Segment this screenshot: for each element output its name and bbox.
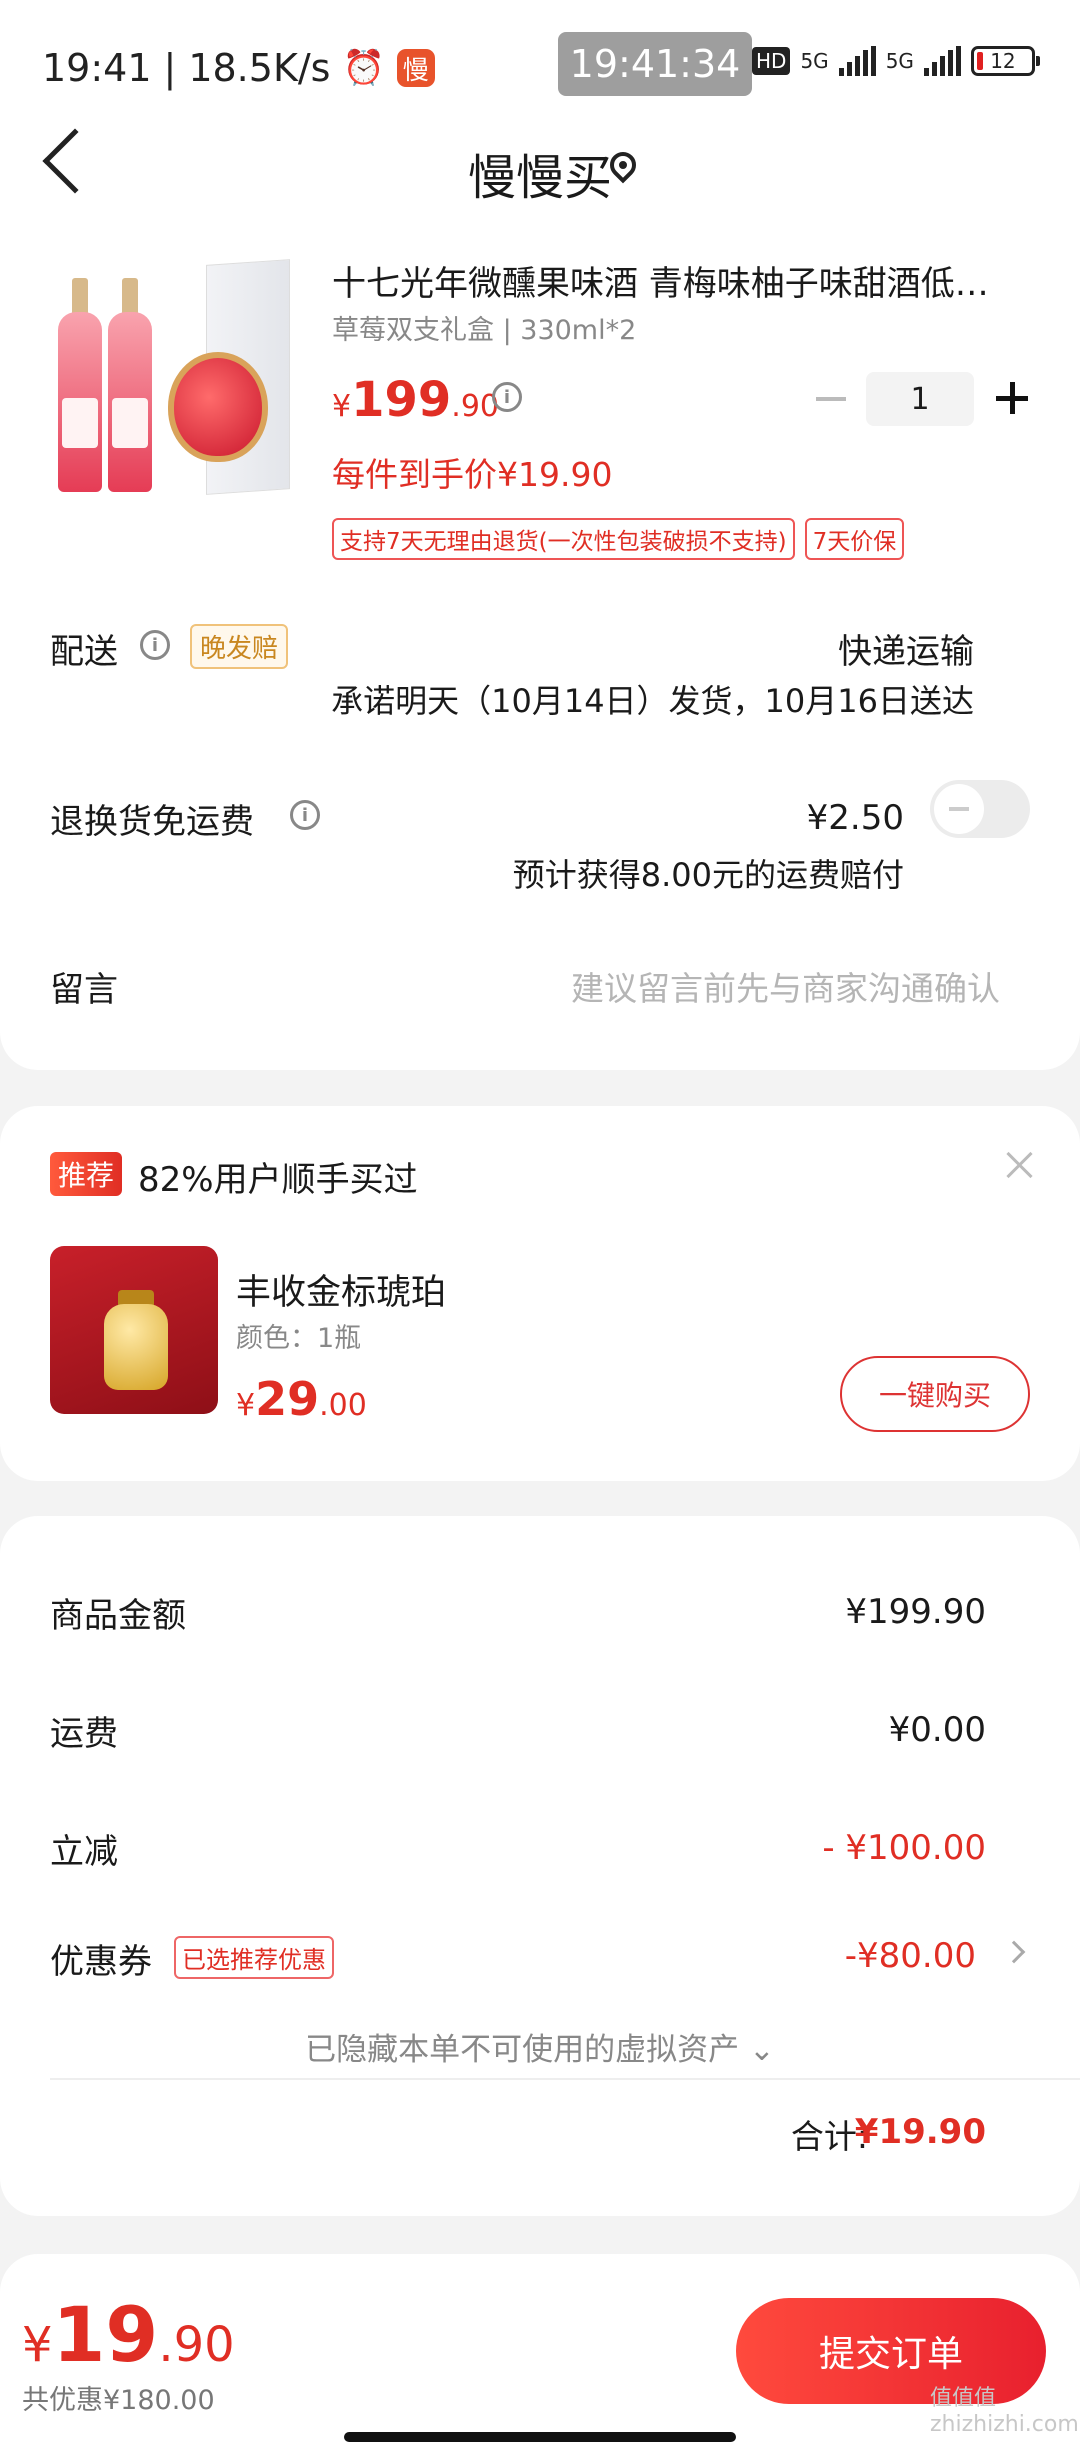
recommended-product-price: ¥ 29 .00 bbox=[236, 1372, 367, 1426]
message-label: 留言 bbox=[50, 970, 118, 1010]
delivery-label: 配送 bbox=[50, 632, 118, 672]
alarm-icon: ⏰ bbox=[342, 48, 385, 88]
recommended-product-name[interactable]: 丰收金标琥珀 bbox=[236, 1264, 446, 1315]
app-notification-icon: 慢 bbox=[396, 49, 435, 87]
network-label-2: 5G bbox=[885, 49, 914, 73]
hd-icon: HD bbox=[752, 47, 791, 75]
product-price: ¥ 199 .90 bbox=[332, 372, 500, 428]
divider bbox=[50, 2078, 1080, 2080]
page-title: 慢慢买 bbox=[467, 150, 612, 206]
hidden-assets-toggle[interactable]: 已隐藏本单不可使用的虚拟资产 ⌄ bbox=[0, 2024, 1080, 2069]
return-shipping-label: 退换货免运费 bbox=[50, 802, 254, 842]
instant-discount-label: 立减 bbox=[50, 1832, 118, 1872]
signal-icon-2 bbox=[923, 46, 961, 76]
coupon-value[interactable]: -¥80.00 bbox=[845, 1936, 976, 1976]
battery-icon: 12 bbox=[970, 46, 1040, 76]
recommended-product-image[interactable] bbox=[50, 1246, 218, 1414]
status-left: 19:41 | 18.5K/s ⏰ 慢 bbox=[42, 46, 435, 90]
total-value: ¥19.90 bbox=[854, 2112, 986, 2152]
status-time: 19:41 bbox=[42, 46, 152, 90]
increase-quantity-icon[interactable] bbox=[996, 382, 1028, 414]
recommend-badge: 推荐 bbox=[50, 1152, 123, 1196]
return-shipping-toggle[interactable] bbox=[930, 780, 1030, 838]
return-shipping-price: ¥2.50 bbox=[806, 798, 904, 838]
payable-amount: ¥ 19 .90 bbox=[22, 2290, 235, 2379]
delivery-method[interactable]: 快递运输 bbox=[838, 624, 974, 673]
close-icon[interactable] bbox=[1004, 1150, 1034, 1180]
network-label-1: 5G bbox=[800, 49, 829, 73]
recommended-product-spec: 颜色：1瓶 bbox=[236, 1323, 362, 1354]
decrease-quantity-icon[interactable] bbox=[816, 397, 846, 401]
screen-recorder-clock: 19:41:34 bbox=[558, 32, 752, 96]
status-speed: 18.5K/s bbox=[188, 46, 331, 90]
service-tags: 支持7天无理由退货(一次性包装破损不支持) 7天价保 bbox=[332, 518, 905, 560]
strawberry-graphic bbox=[168, 352, 268, 462]
price-info-icon[interactable]: i bbox=[492, 382, 522, 412]
quantity-stepper[interactable]: 1 bbox=[866, 372, 974, 426]
shipping-fee-label: 运费 bbox=[50, 1714, 118, 1754]
return-policy-tag: 支持7天无理由退货(一次性包装破损不支持) bbox=[332, 518, 795, 560]
status-right: HD 5G 5G 12 bbox=[752, 46, 1040, 76]
delivery-promise: 承诺明天（10月14日）发货，10月16日送达 bbox=[331, 682, 974, 720]
shipping-fee-value: ¥0.00 bbox=[888, 1710, 986, 1750]
price-protection-tag: 7天价保 bbox=[804, 518, 905, 560]
signal-icon bbox=[838, 46, 876, 76]
instant-discount-value: - ¥100.00 bbox=[822, 1828, 986, 1868]
goods-amount-value: ¥199.90 bbox=[845, 1592, 986, 1632]
bottle-image bbox=[108, 278, 152, 492]
message-input[interactable]: 建议留言前先与商家沟通确认 bbox=[571, 962, 1000, 1010]
coupon-label[interactable]: 优惠券 bbox=[50, 1934, 152, 1983]
watermark: 值值值 zhizhizhi.com bbox=[930, 2386, 1079, 2437]
one-click-buy-button[interactable]: 一键购买 bbox=[840, 1356, 1030, 1432]
goods-amount-label: 商品金额 bbox=[50, 1596, 186, 1636]
return-shipping-note: 预计获得8.00元的运费赔付 bbox=[512, 856, 904, 894]
product-title[interactable]: 十七光年微醺果味酒 青梅味柚子味甜酒低… bbox=[332, 256, 1032, 305]
delivery-info-icon[interactable]: i bbox=[140, 630, 170, 660]
recommend-headline: 82%用户顺手买过 bbox=[138, 1160, 418, 1200]
home-indicator[interactable] bbox=[344, 2432, 736, 2442]
return-shipping-info-icon[interactable]: i bbox=[290, 800, 320, 830]
bottle-image bbox=[58, 278, 102, 492]
product-spec: 草莓双支礼盒 | 330ml*2 bbox=[332, 315, 637, 346]
unit-price: 每件到手价¥19.90 bbox=[332, 455, 613, 494]
coupon-selected-tag: 已选推荐优惠 bbox=[174, 1936, 334, 1979]
total-savings: 共优惠¥180.00 bbox=[22, 2385, 215, 2416]
late-compensation-tag: 晚发赔 bbox=[190, 624, 289, 669]
